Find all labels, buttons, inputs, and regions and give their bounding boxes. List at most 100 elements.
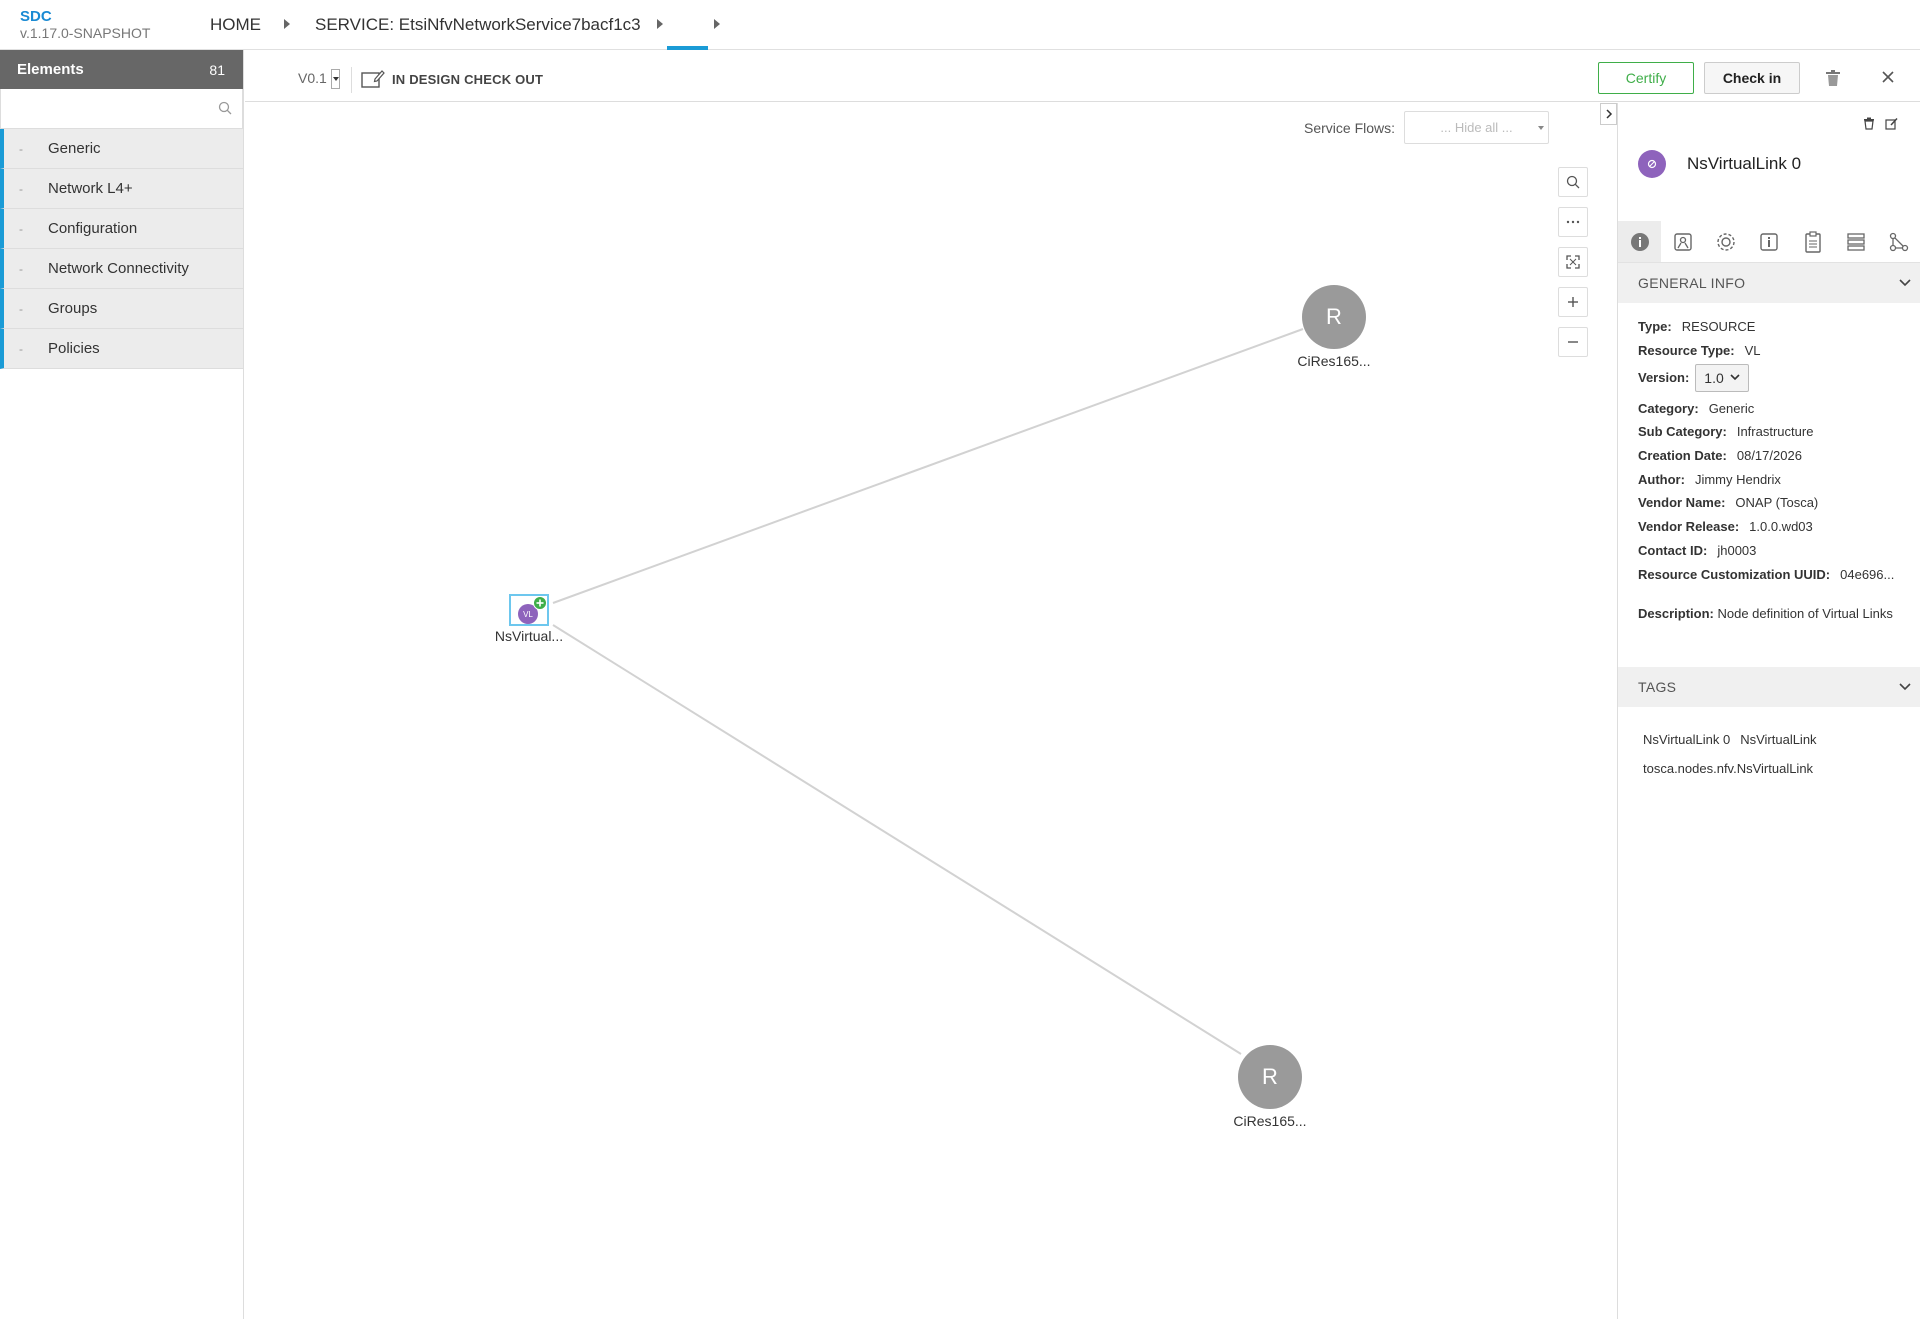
field-author: Author: Jimmy Hendrix xyxy=(1638,467,1913,491)
field-resource-type: Resource Type: VL xyxy=(1638,339,1913,363)
elements-palette: Elements 81 - Generic - Network L4+ - Confi… xyxy=(0,50,244,1319)
service-flows-select[interactable]: ... Hide all ... xyxy=(1404,111,1549,144)
breadcrumb-arrow-icon[interactable] xyxy=(657,19,663,29)
palette-header: Elements 81 xyxy=(0,50,243,89)
palette-search xyxy=(0,89,243,129)
field-value: jh0003 xyxy=(1717,542,1757,558)
collapse-dash-icon: - xyxy=(19,301,23,316)
more-options-button[interactable] xyxy=(1558,207,1588,237)
stack-icon xyxy=(1847,232,1865,251)
breadcrumb-home[interactable]: HOME xyxy=(210,15,261,35)
tags-section-header[interactable]: TAGS xyxy=(1618,667,1920,707)
palette-category-network-l4[interactable]: - Network L4+ xyxy=(0,169,243,209)
toolbar-divider xyxy=(351,67,352,93)
component-name: NsVirtualLink 0 xyxy=(1687,154,1802,173)
minus-icon xyxy=(1568,341,1578,343)
vl-node-selection[interactable]: VL xyxy=(509,594,549,626)
version-selector[interactable]: V0.1 xyxy=(298,70,327,86)
plus-icon xyxy=(1568,297,1578,307)
collapse-dash-icon: - xyxy=(19,221,23,236)
tab-general-info[interactable] xyxy=(1618,221,1662,262)
field-key: Vendor Name: xyxy=(1638,495,1726,511)
field-value: 08/17/2026 xyxy=(1736,448,1802,464)
palette-search-input[interactable] xyxy=(1,89,242,128)
field-value: 1.0.0.wd03 xyxy=(1749,519,1813,535)
palette-category-groups[interactable]: - Groups xyxy=(0,289,243,329)
breadcrumb-arrow-icon[interactable] xyxy=(284,19,290,29)
palette-category-generic[interactable]: - Generic xyxy=(0,129,243,169)
active-breadcrumb-indicator xyxy=(667,46,708,50)
category-label: Configuration xyxy=(48,220,138,237)
field-type: Type: RESOURCE xyxy=(1638,315,1913,339)
breadcrumb-service[interactable]: SERVICE: EtsiNfvNetworkService7bacf1c3 xyxy=(315,15,641,35)
zoom-search-button[interactable] xyxy=(1558,167,1588,197)
relation-edge xyxy=(552,624,1242,1055)
field-key: Resource Type: xyxy=(1638,343,1735,359)
details-tabs xyxy=(1618,221,1920,263)
chevron-down-icon xyxy=(1899,683,1911,691)
composition-canvas[interactable]: Service Flows: ... Hide all ... VL NsVir… xyxy=(245,103,1615,1319)
palette-count: 81 xyxy=(209,61,225,78)
delete-icon[interactable] xyxy=(1825,69,1841,92)
category-label: Network L4+ xyxy=(48,180,133,197)
field-value: Jimmy Hendrix xyxy=(1694,471,1781,487)
details-panel: NsVirtualLink 0 GENERAL INFO Type: RESOUR… xyxy=(1617,103,1920,1319)
search-icon[interactable] xyxy=(218,101,232,120)
delete-icon[interactable] xyxy=(1863,117,1875,135)
field-key: Resource Customization UUID: xyxy=(1638,566,1831,582)
resource-node[interactable]: R xyxy=(1302,285,1366,349)
field-key: Vendor Release: xyxy=(1638,519,1740,535)
resource-node-label[interactable]: CiRes165... xyxy=(1220,1113,1320,1129)
collapse-panel-button[interactable] xyxy=(1600,103,1617,125)
add-relation-icon[interactable] xyxy=(533,596,547,610)
clipboard-icon xyxy=(1805,230,1821,253)
field-key: Sub Category: xyxy=(1638,424,1727,440)
palette-category-configuration[interactable]: - Configuration xyxy=(0,209,243,249)
breadcrumb-arrow-icon[interactable] xyxy=(714,19,720,29)
palette-category-policies[interactable]: - Policies xyxy=(0,329,243,369)
close-icon[interactable] xyxy=(1881,70,1895,89)
top-navigation-bar: SDC v.1.17.0-SNAPSHOT HOME SERVICE: Etsi… xyxy=(0,0,1920,50)
general-info-section-header[interactable]: GENERAL INFO xyxy=(1618,263,1920,303)
vl-node-label[interactable]: NsVirtual... xyxy=(479,628,579,644)
checkin-button[interactable]: Check in xyxy=(1704,62,1800,94)
certify-button[interactable]: Certify xyxy=(1598,62,1694,94)
zoom-out-button[interactable] xyxy=(1558,327,1588,357)
info-icon xyxy=(1630,232,1649,251)
version-select[interactable]: 1.0 xyxy=(1695,363,1749,392)
palette-category-network-connectivity[interactable]: - Network Connectivity xyxy=(0,249,243,289)
field-key: Type: xyxy=(1638,319,1672,335)
tab-information-artifacts[interactable] xyxy=(1748,221,1791,262)
field-category: Category: Generic xyxy=(1638,396,1913,420)
tab-relations[interactable] xyxy=(1878,221,1920,262)
version-dropdown-icon[interactable] xyxy=(331,69,340,89)
field-contact-id: Contact ID: jh0003 xyxy=(1638,539,1913,563)
field-key: Description: xyxy=(1638,605,1714,621)
category-label: Groups xyxy=(48,300,98,317)
zoom-in-button[interactable] xyxy=(1558,287,1588,317)
fit-to-screen-button[interactable] xyxy=(1558,247,1588,277)
info-square-icon xyxy=(1760,232,1779,251)
collapse-dash-icon: - xyxy=(19,261,23,276)
collapse-dash-icon: - xyxy=(19,341,23,356)
category-label: Network Connectivity xyxy=(48,260,189,277)
relation-edge xyxy=(552,328,1304,604)
field-version: Version: 1.0 xyxy=(1638,362,1913,393)
tags-title: TAGS xyxy=(1638,679,1677,695)
tab-properties[interactable] xyxy=(1705,221,1748,262)
service-flows-value: ... Hide all ... xyxy=(1440,120,1513,135)
edit-icon[interactable] xyxy=(1885,117,1898,135)
collapse-dash-icon: - xyxy=(19,181,23,196)
app-logo[interactable]: SDC v.1.17.0-SNAPSHOT xyxy=(20,8,150,42)
tab-deployment-artifacts[interactable] xyxy=(1661,221,1704,262)
tab-api-artifacts[interactable] xyxy=(1791,221,1834,262)
tab-requirements-capabilities[interactable] xyxy=(1834,221,1877,262)
resource-node[interactable]: R xyxy=(1238,1045,1302,1109)
component-title: NsVirtualLink 0 xyxy=(1638,150,1801,178)
gear-icon xyxy=(1717,232,1735,251)
field-customization-uuid: Resource Customization UUID: 04e696... xyxy=(1638,562,1913,586)
resource-node-label[interactable]: CiRes165... xyxy=(1284,353,1384,369)
chevron-down-icon xyxy=(1538,126,1544,130)
general-info-fields: Type: RESOURCE Resource Type: VL Version: 1… xyxy=(1638,315,1913,623)
app-name: SDC xyxy=(20,8,52,25)
